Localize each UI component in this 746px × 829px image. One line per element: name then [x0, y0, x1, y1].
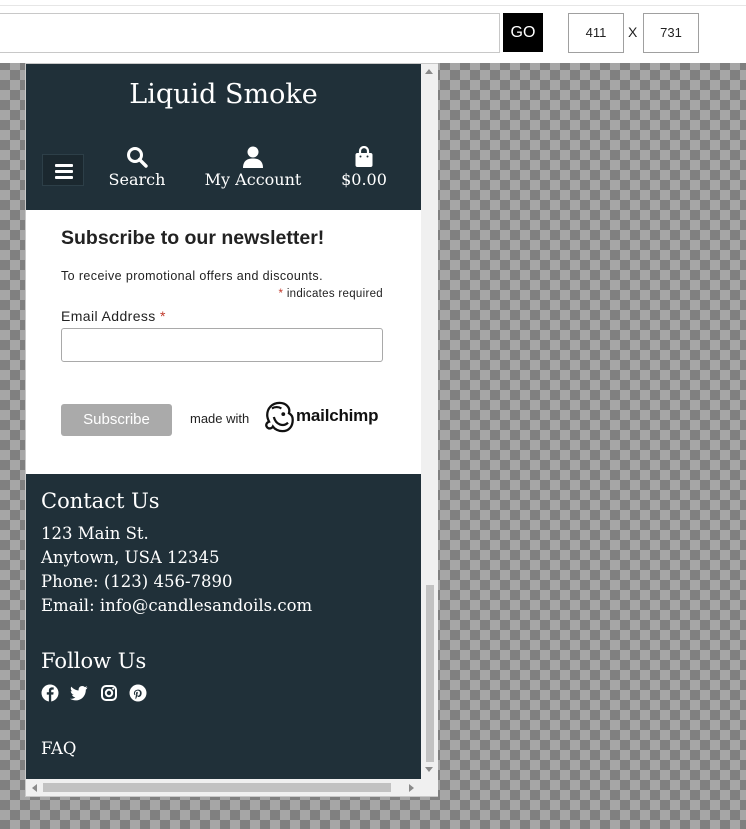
hamburger-icon [55, 164, 73, 167]
url-input[interactable] [0, 13, 500, 53]
user-icon [243, 146, 263, 168]
dimension-separator: X [628, 24, 638, 40]
email-field[interactable] [61, 328, 383, 362]
twitter-icon[interactable] [70, 684, 88, 702]
site-header: Liquid Smoke Search My Account $0.00 [26, 64, 421, 210]
email-required-asterisk: * [159, 308, 166, 324]
scroll-right-arrow-icon[interactable] [409, 784, 414, 792]
email-label-text: Email Address [61, 308, 156, 324]
go-button[interactable]: GO [503, 13, 543, 52]
site-footer: Contact Us 123 Main St. Anytown, USA 123… [26, 474, 421, 779]
vertical-scroll-thumb[interactable] [426, 585, 434, 762]
hamburger-icon-bar [55, 170, 73, 173]
subscribe-button[interactable]: Subscribe [61, 404, 172, 436]
nav-search[interactable]: Search [102, 146, 172, 189]
contact-email[interactable]: Email: info@candlesandoils.com [41, 596, 312, 615]
toolbar-divider [0, 5, 746, 6]
scroll-up-arrow-icon[interactable] [425, 69, 433, 74]
contact-title: Contact Us [41, 489, 160, 513]
cart-total: $0.00 [341, 170, 387, 189]
scroll-left-arrow-icon[interactable] [32, 784, 37, 792]
required-note-text: indicates required [286, 288, 383, 300]
instagram-icon[interactable] [100, 684, 118, 702]
address-line-2: Anytown, USA 12345 [41, 548, 220, 567]
pinterest-icon[interactable] [129, 684, 147, 702]
device-frame: Liquid Smoke Search My Account $0.00 Sub… [25, 63, 438, 797]
site-brand[interactable]: Liquid Smoke [26, 79, 421, 110]
nav-cart[interactable]: $0.00 [334, 146, 394, 189]
nav-account-label: My Account [204, 170, 302, 189]
mailchimp-logo-icon[interactable] [262, 400, 297, 434]
search-icon [127, 147, 148, 168]
width-input[interactable]: 411 [568, 13, 624, 53]
hamburger-icon-bar [55, 176, 73, 179]
faq-link[interactable]: FAQ [41, 739, 76, 758]
newsletter-description: To receive promotional offers and discou… [61, 269, 323, 283]
height-input[interactable]: 731 [643, 13, 699, 53]
email-label: Email Address * [61, 308, 166, 324]
required-asterisk: * [278, 288, 284, 300]
scroll-down-arrow-icon[interactable] [425, 767, 433, 772]
contact-phone: Phone: (123) 456-7890 [41, 572, 233, 591]
horizontal-scrollbar[interactable] [26, 779, 438, 796]
shopping-bag-icon [355, 146, 373, 167]
responsive-toolbar: GO 411 X 731 [0, 0, 746, 63]
menu-toggle-button[interactable] [42, 154, 84, 186]
nav-search-label: Search [108, 170, 166, 189]
newsletter-title: Subscribe to our newsletter! [61, 227, 325, 249]
address-line-1: 123 Main St. [41, 524, 149, 543]
made-with-text: made with [190, 411, 250, 426]
follow-title: Follow Us [41, 649, 147, 673]
facebook-icon[interactable] [41, 684, 59, 702]
required-note: * indicates required [61, 288, 383, 300]
newsletter-section: Subscribe to our newsletter! To receive … [26, 210, 421, 474]
site-viewport[interactable]: Liquid Smoke Search My Account $0.00 Sub… [26, 64, 421, 779]
vertical-scrollbar[interactable] [421, 64, 438, 779]
mailchimp-wordmark[interactable]: mailchimp [296, 406, 378, 426]
nav-my-account[interactable]: My Account [198, 146, 308, 189]
horizontal-scroll-thumb[interactable] [43, 783, 391, 792]
